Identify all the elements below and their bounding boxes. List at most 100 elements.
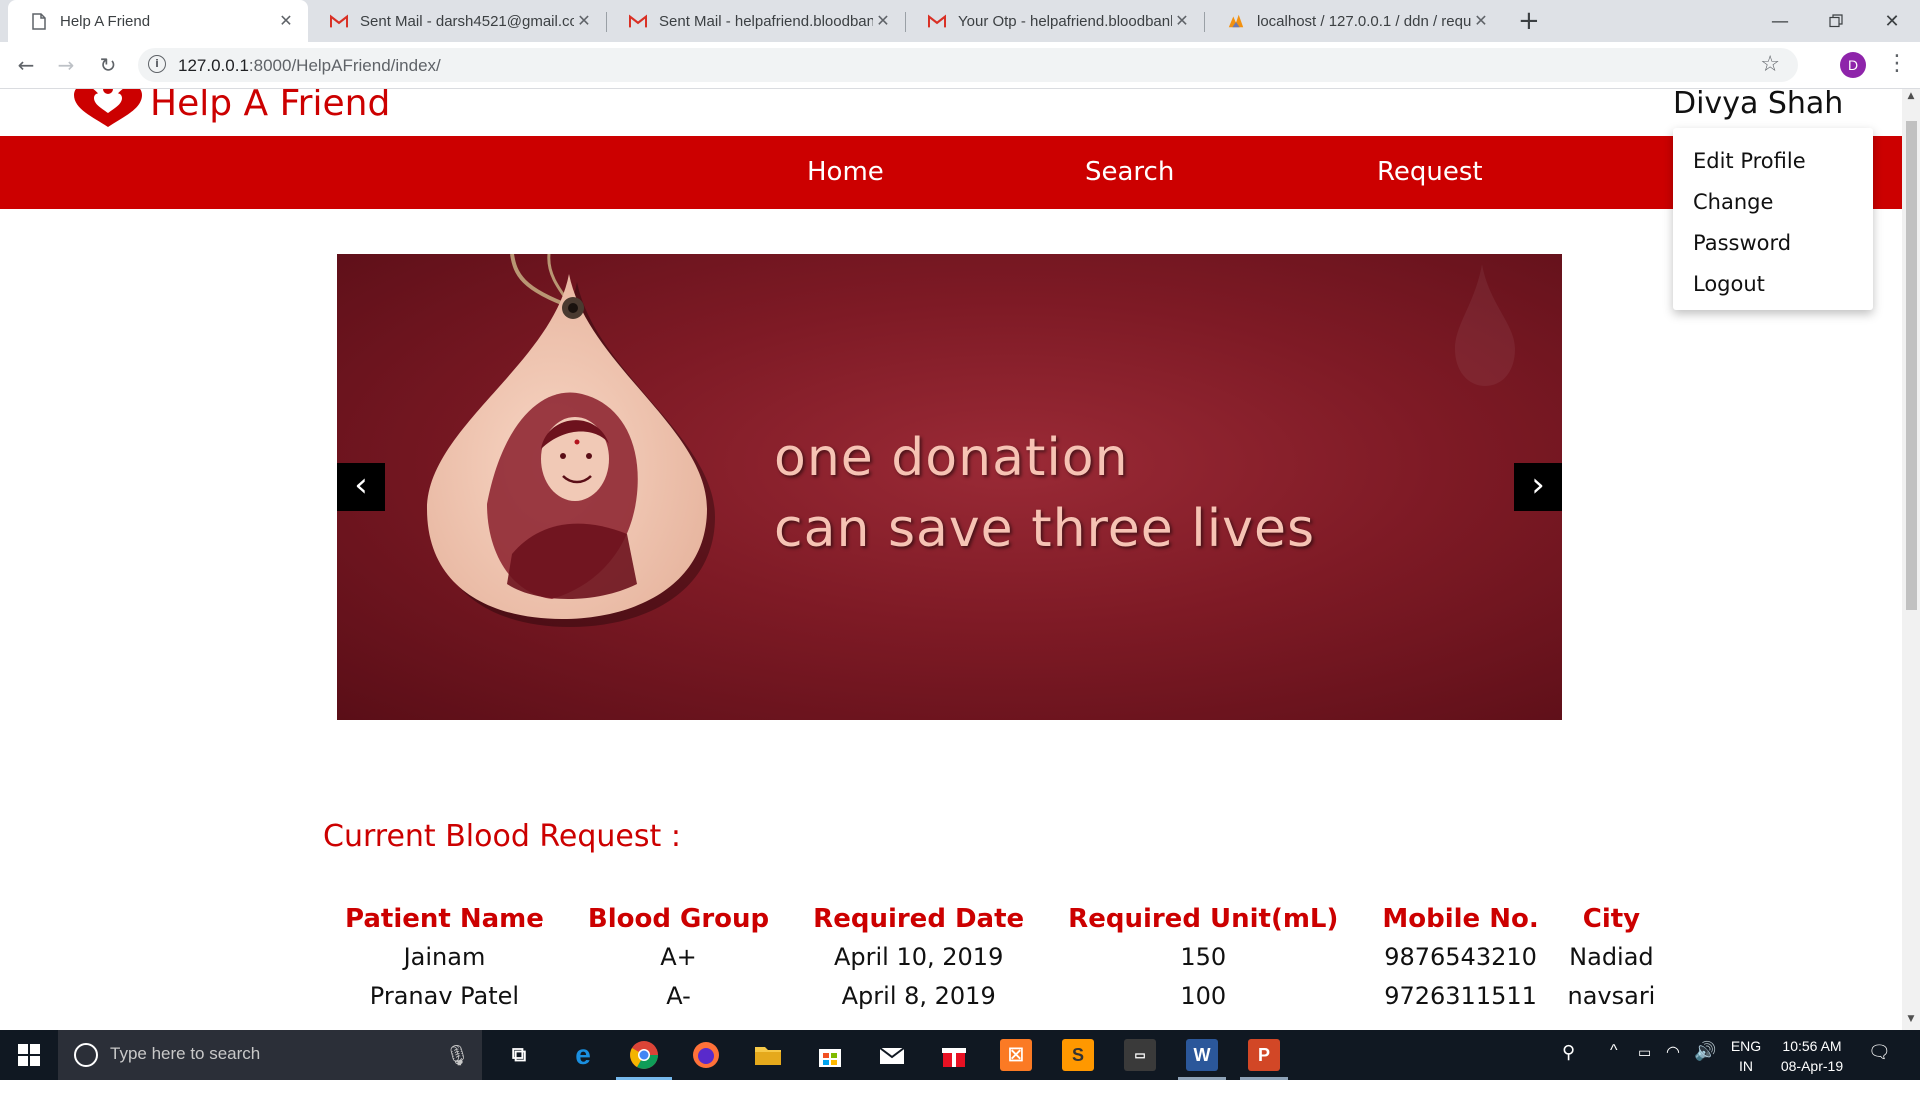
table-cell: 9876543210 [1384, 942, 1537, 971]
tab-title: Sent Mail - darsh4521@gmail.com [360, 12, 574, 30]
section-title: Current Blood Request : [323, 819, 681, 854]
carousel-text-line1: one donation [774, 428, 1129, 488]
table-cell: 150 [1180, 942, 1227, 971]
microphone-icon[interactable]: 🎙 [445, 1043, 470, 1067]
taskbar-search-box[interactable]: Type here to search 🎙 [58, 1030, 482, 1080]
close-tab-icon[interactable]: ✕ [1471, 11, 1491, 31]
nav-home[interactable]: Home [807, 157, 884, 187]
column-header: Required Date [813, 904, 1025, 934]
language-indicator[interactable]: ENG IN [1728, 1036, 1764, 1086]
scroll-up-icon[interactable]: ▲ [1902, 91, 1920, 105]
powerpoint-icon[interactable]: P [1248, 1039, 1280, 1071]
browser-tab-strip: Help A Friend ✕ Sent Mail - darsh4521@gm… [0, 0, 1920, 42]
tab-help-a-friend[interactable]: Help A Friend ✕ [8, 0, 308, 42]
gift-app-icon[interactable] [938, 1039, 970, 1071]
menu-change-password[interactable]: Change [1693, 190, 1773, 214]
menu-change-password-line2[interactable]: Password [1693, 231, 1791, 255]
scrollbar-thumb[interactable] [1906, 121, 1917, 610]
windows-logo-icon [18, 1044, 40, 1066]
page-viewport: Help A Friend Divya Shah Home Search Req… [0, 89, 1902, 1030]
brand-title[interactable]: Help A Friend [150, 89, 390, 124]
menu-logout[interactable]: Logout [1693, 272, 1765, 296]
table-cell: April 10, 2019 [833, 942, 1004, 971]
minimize-icon[interactable]: — [1752, 0, 1808, 42]
wifi-icon[interactable]: ◠ [1666, 1042, 1680, 1092]
table-cell: 100 [1180, 981, 1227, 1010]
table-cell: A+ [660, 942, 697, 971]
carousel-text-line2: can save three lives [774, 499, 1316, 559]
address-host: 127.0.0.1 [178, 56, 249, 75]
profile-avatar[interactable]: D [1840, 52, 1866, 78]
address-bar[interactable]: i 127.0.0.1:8000/HelpAFriend/index/ ☆ [138, 48, 1798, 82]
region-code: IN [1739, 1058, 1753, 1074]
tab-your-otp[interactable]: Your Otp - helpafriend.bloodbank ✕ [906, 0, 1204, 42]
start-button[interactable] [0, 1030, 58, 1080]
battery-icon[interactable]: ▭ [1638, 1044, 1651, 1094]
firefox-icon[interactable] [690, 1039, 722, 1071]
table-row: Jainam A+ April 10, 2019 150 9876543210 … [323, 937, 1662, 976]
new-tab-icon[interactable]: + [1518, 6, 1540, 36]
mail-icon[interactable] [876, 1039, 908, 1071]
word-icon[interactable]: W [1186, 1039, 1218, 1071]
tray-chevron-icon[interactable]: ^ [1610, 1042, 1618, 1092]
volume-icon[interactable]: 🔊 [1694, 1041, 1716, 1091]
bookmark-star-icon[interactable]: ☆ [1760, 52, 1780, 77]
site-info-icon[interactable]: i [148, 55, 166, 73]
table-cell: A- [666, 981, 691, 1010]
back-icon[interactable]: ← [12, 51, 40, 79]
chrome-icon[interactable] [628, 1039, 660, 1071]
clock-date: 08-Apr-19 [1780, 1058, 1844, 1074]
sublime-text-icon[interactable]: S [1062, 1039, 1094, 1071]
carousel-prev-button[interactable]: ‹ [337, 463, 385, 511]
terminal-icon[interactable]: ▭ [1124, 1039, 1156, 1071]
tab-sent-mail-darsh[interactable]: Sent Mail - darsh4521@gmail.com ✕ [308, 0, 606, 42]
reload-icon[interactable]: ↻ [94, 51, 122, 79]
table-cell: navsari [1567, 981, 1656, 1010]
user-name[interactable]: Divya Shah [1673, 89, 1843, 121]
tab-sent-mail-helpafriend[interactable]: Sent Mail - helpafriend.bloodbank ✕ [607, 0, 905, 42]
column-header: Blood Group [587, 904, 770, 934]
close-window-icon[interactable]: ✕ [1864, 0, 1920, 42]
store-icon[interactable] [814, 1039, 846, 1071]
hero-carousel: ‹ › one donation can save three lives [337, 254, 1562, 720]
edge-icon[interactable]: e [567, 1039, 599, 1071]
table-header-row: Patient Name Blood Group Required Date R… [323, 901, 1662, 937]
nav-search[interactable]: Search [1085, 157, 1174, 187]
gmail-icon [928, 12, 946, 30]
user-dropdown-menu: Edit Profile Change Password Logout [1673, 128, 1873, 310]
forward-icon[interactable]: → [52, 51, 80, 79]
people-icon[interactable]: ⚲ [1562, 1042, 1575, 1092]
clock[interactable]: 10:56 AM 08-Apr-19 [1772, 1036, 1852, 1086]
close-tab-icon[interactable]: ✕ [276, 11, 296, 31]
page-scrollbar[interactable]: ▲ ▼ [1902, 89, 1920, 1030]
carousel-next-button[interactable]: › [1514, 463, 1562, 511]
windows-taskbar: Type here to search 🎙 ⧉ e ☒ S ▭ W P ⚲ ^ … [0, 1030, 1920, 1080]
address-url[interactable]: 127.0.0.1:8000/HelpAFriend/index/ [178, 56, 441, 76]
browser-toolbar: ← → ↻ i 127.0.0.1:8000/HelpAFriend/index… [0, 42, 1920, 89]
table-cell: April 8, 2019 [841, 981, 996, 1010]
action-center-icon[interactable]: 🗨 [1868, 1042, 1891, 1092]
clock-time: 10:56 AM [1782, 1038, 1842, 1054]
cortana-icon [74, 1043, 98, 1067]
tab-title: localhost / 127.0.0.1 / ddn / requ [1257, 12, 1471, 30]
column-header: Required Unit(mL) [1068, 904, 1339, 934]
task-view-icon[interactable]: ⧉ [503, 1039, 535, 1071]
xampp-icon[interactable]: ☒ [1000, 1039, 1032, 1071]
tab-phpmyadmin[interactable]: localhost / 127.0.0.1 / ddn / requ ✕ [1205, 0, 1503, 42]
address-path: :8000/HelpAFriend/index/ [248, 56, 441, 75]
close-tab-icon[interactable]: ✕ [574, 11, 594, 31]
tab-title: Your Otp - helpafriend.bloodbank [958, 12, 1172, 30]
column-header: City [1582, 904, 1641, 934]
restore-icon[interactable] [1808, 0, 1864, 42]
phpmyadmin-icon [1227, 12, 1245, 30]
blood-request-table: Patient Name Blood Group Required Date R… [323, 901, 1662, 1015]
menu-edit-profile[interactable]: Edit Profile [1693, 149, 1806, 173]
close-tab-icon[interactable]: ✕ [1172, 11, 1192, 31]
file-explorer-icon[interactable] [752, 1039, 784, 1071]
tab-title: Help A Friend [60, 12, 151, 30]
scroll-down-icon[interactable]: ▼ [1902, 1014, 1920, 1028]
language-code: ENG [1730, 1038, 1762, 1054]
close-tab-icon[interactable]: ✕ [873, 11, 893, 31]
browser-menu-icon[interactable]: ⋮ [1886, 51, 1908, 76]
nav-request[interactable]: Request [1377, 157, 1483, 187]
